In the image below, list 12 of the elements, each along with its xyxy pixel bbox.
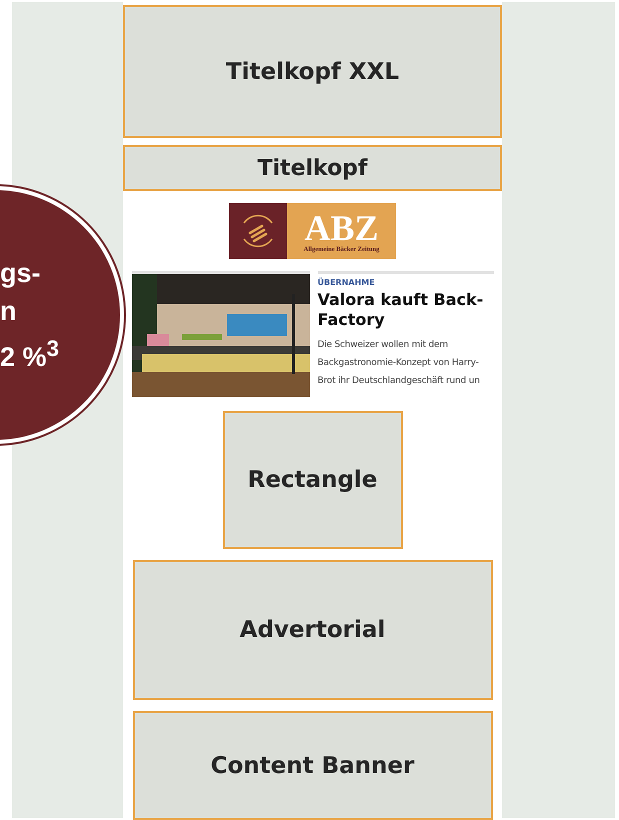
ad-slot-label: Advertorial: [240, 617, 386, 643]
logo-wordmark: ABZ: [304, 210, 379, 246]
badge-text: gs-: [0, 257, 42, 290]
article-teaser-text: Die Schweizer wollen mit dem Backgastronomie-Konzept von Harry- Brot ihr Deutschlandgeschäft rund un: [318, 339, 481, 388]
ad-slot-label: Rectangle: [248, 467, 378, 493]
article-kicker: ÜBERNAHME: [318, 278, 376, 287]
ad-slot-label: Content Banner: [210, 752, 414, 778]
badge-text: n: [0, 295, 18, 328]
article-headline[interactable]: Valora kauft Back-Factory: [318, 290, 494, 330]
badge-text: 2 %$^{3}$: [0, 335, 60, 374]
ad-slot-label: Titelkopf XXL: [226, 58, 400, 84]
ad-slot-label: Titelkopf: [258, 156, 368, 180]
